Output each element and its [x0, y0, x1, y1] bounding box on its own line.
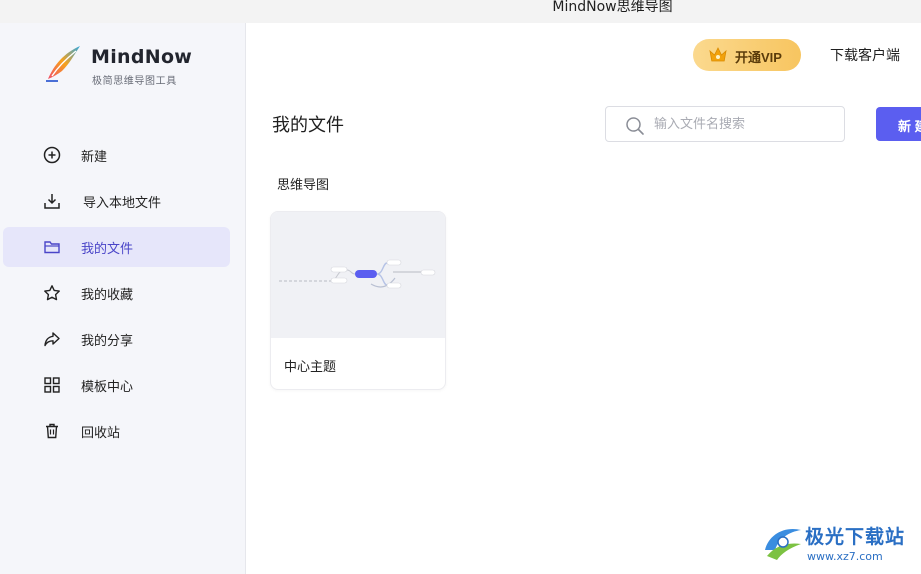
trash-icon — [46, 423, 58, 439]
sidebar-item-new[interactable]: 新建 — [3, 135, 230, 175]
file-card[interactable]: 中心主题 — [270, 211, 446, 390]
watermark: 极光下载站 www.xz7.com — [761, 520, 916, 568]
sidebar-item-shares[interactable]: 我的分享 — [3, 319, 230, 359]
vip-button[interactable]: 开通VIP — [693, 39, 801, 71]
window-title: MindNow思维导图 — [552, 0, 673, 15]
folder-icon — [44, 241, 60, 254]
sidebar-item-label: 模板中心 — [81, 380, 134, 395]
sidebar-item-trash[interactable]: 回收站 — [3, 411, 230, 451]
watermark-logo-icon — [765, 528, 801, 560]
page-title: 我的文件 — [272, 115, 344, 136]
grid-icon — [44, 377, 60, 393]
mindnow-logo-icon — [46, 46, 80, 82]
sidebar-item-favorites[interactable]: 我的收藏 — [3, 273, 230, 313]
sidebar: MindNow 极简思维导图工具 新建 导入本地文件 我的文件 我的收藏 我的分… — [0, 23, 246, 574]
star-icon — [44, 285, 60, 301]
search-icon — [626, 117, 644, 135]
vip-button-label: 开通VIP — [735, 50, 782, 65]
brand-name: MindNow — [91, 46, 193, 68]
sidebar-item-label: 导入本地文件 — [83, 196, 162, 211]
sidebar-item-my-files[interactable]: 我的文件 — [3, 227, 230, 267]
new-button-label: 新 建 — [898, 119, 921, 134]
search-input[interactable] — [654, 115, 834, 133]
crown-icon — [709, 47, 727, 62]
share-icon — [44, 332, 60, 347]
search-box[interactable] — [605, 106, 845, 142]
main-content: 开通VIP 下载客户端 我的文件 新 建 思维导图 — [247, 23, 921, 574]
section-label-mindmaps: 思维导图 — [277, 178, 330, 193]
sidebar-item-label: 我的分享 — [81, 334, 134, 349]
watermark-title: 极光下载站 — [805, 526, 906, 548]
window-titlebar: MindNow思维导图 — [0, 0, 921, 23]
sidebar-item-import[interactable]: 导入本地文件 — [3, 181, 230, 221]
brand-tagline: 极简思维导图工具 — [92, 76, 177, 87]
sidebar-item-label: 我的文件 — [81, 242, 134, 257]
import-icon — [44, 194, 60, 209]
watermark-url: www.xz7.com — [807, 550, 883, 563]
mindmap-preview-image — [279, 259, 436, 289]
download-client-link[interactable]: 下载客户端 — [830, 45, 900, 65]
file-name: 中心主题 — [284, 360, 337, 375]
sidebar-item-label: 回收站 — [81, 426, 121, 441]
sidebar-item-label: 新建 — [81, 150, 108, 165]
new-button[interactable]: 新 建 — [876, 107, 921, 141]
plus-circle-icon — [43, 146, 61, 164]
file-thumbnail — [271, 212, 445, 338]
sidebar-item-label: 我的收藏 — [81, 288, 134, 303]
sidebar-item-templates[interactable]: 模板中心 — [3, 365, 230, 405]
brand-logo: MindNow 极简思维导图工具 — [44, 43, 224, 87]
